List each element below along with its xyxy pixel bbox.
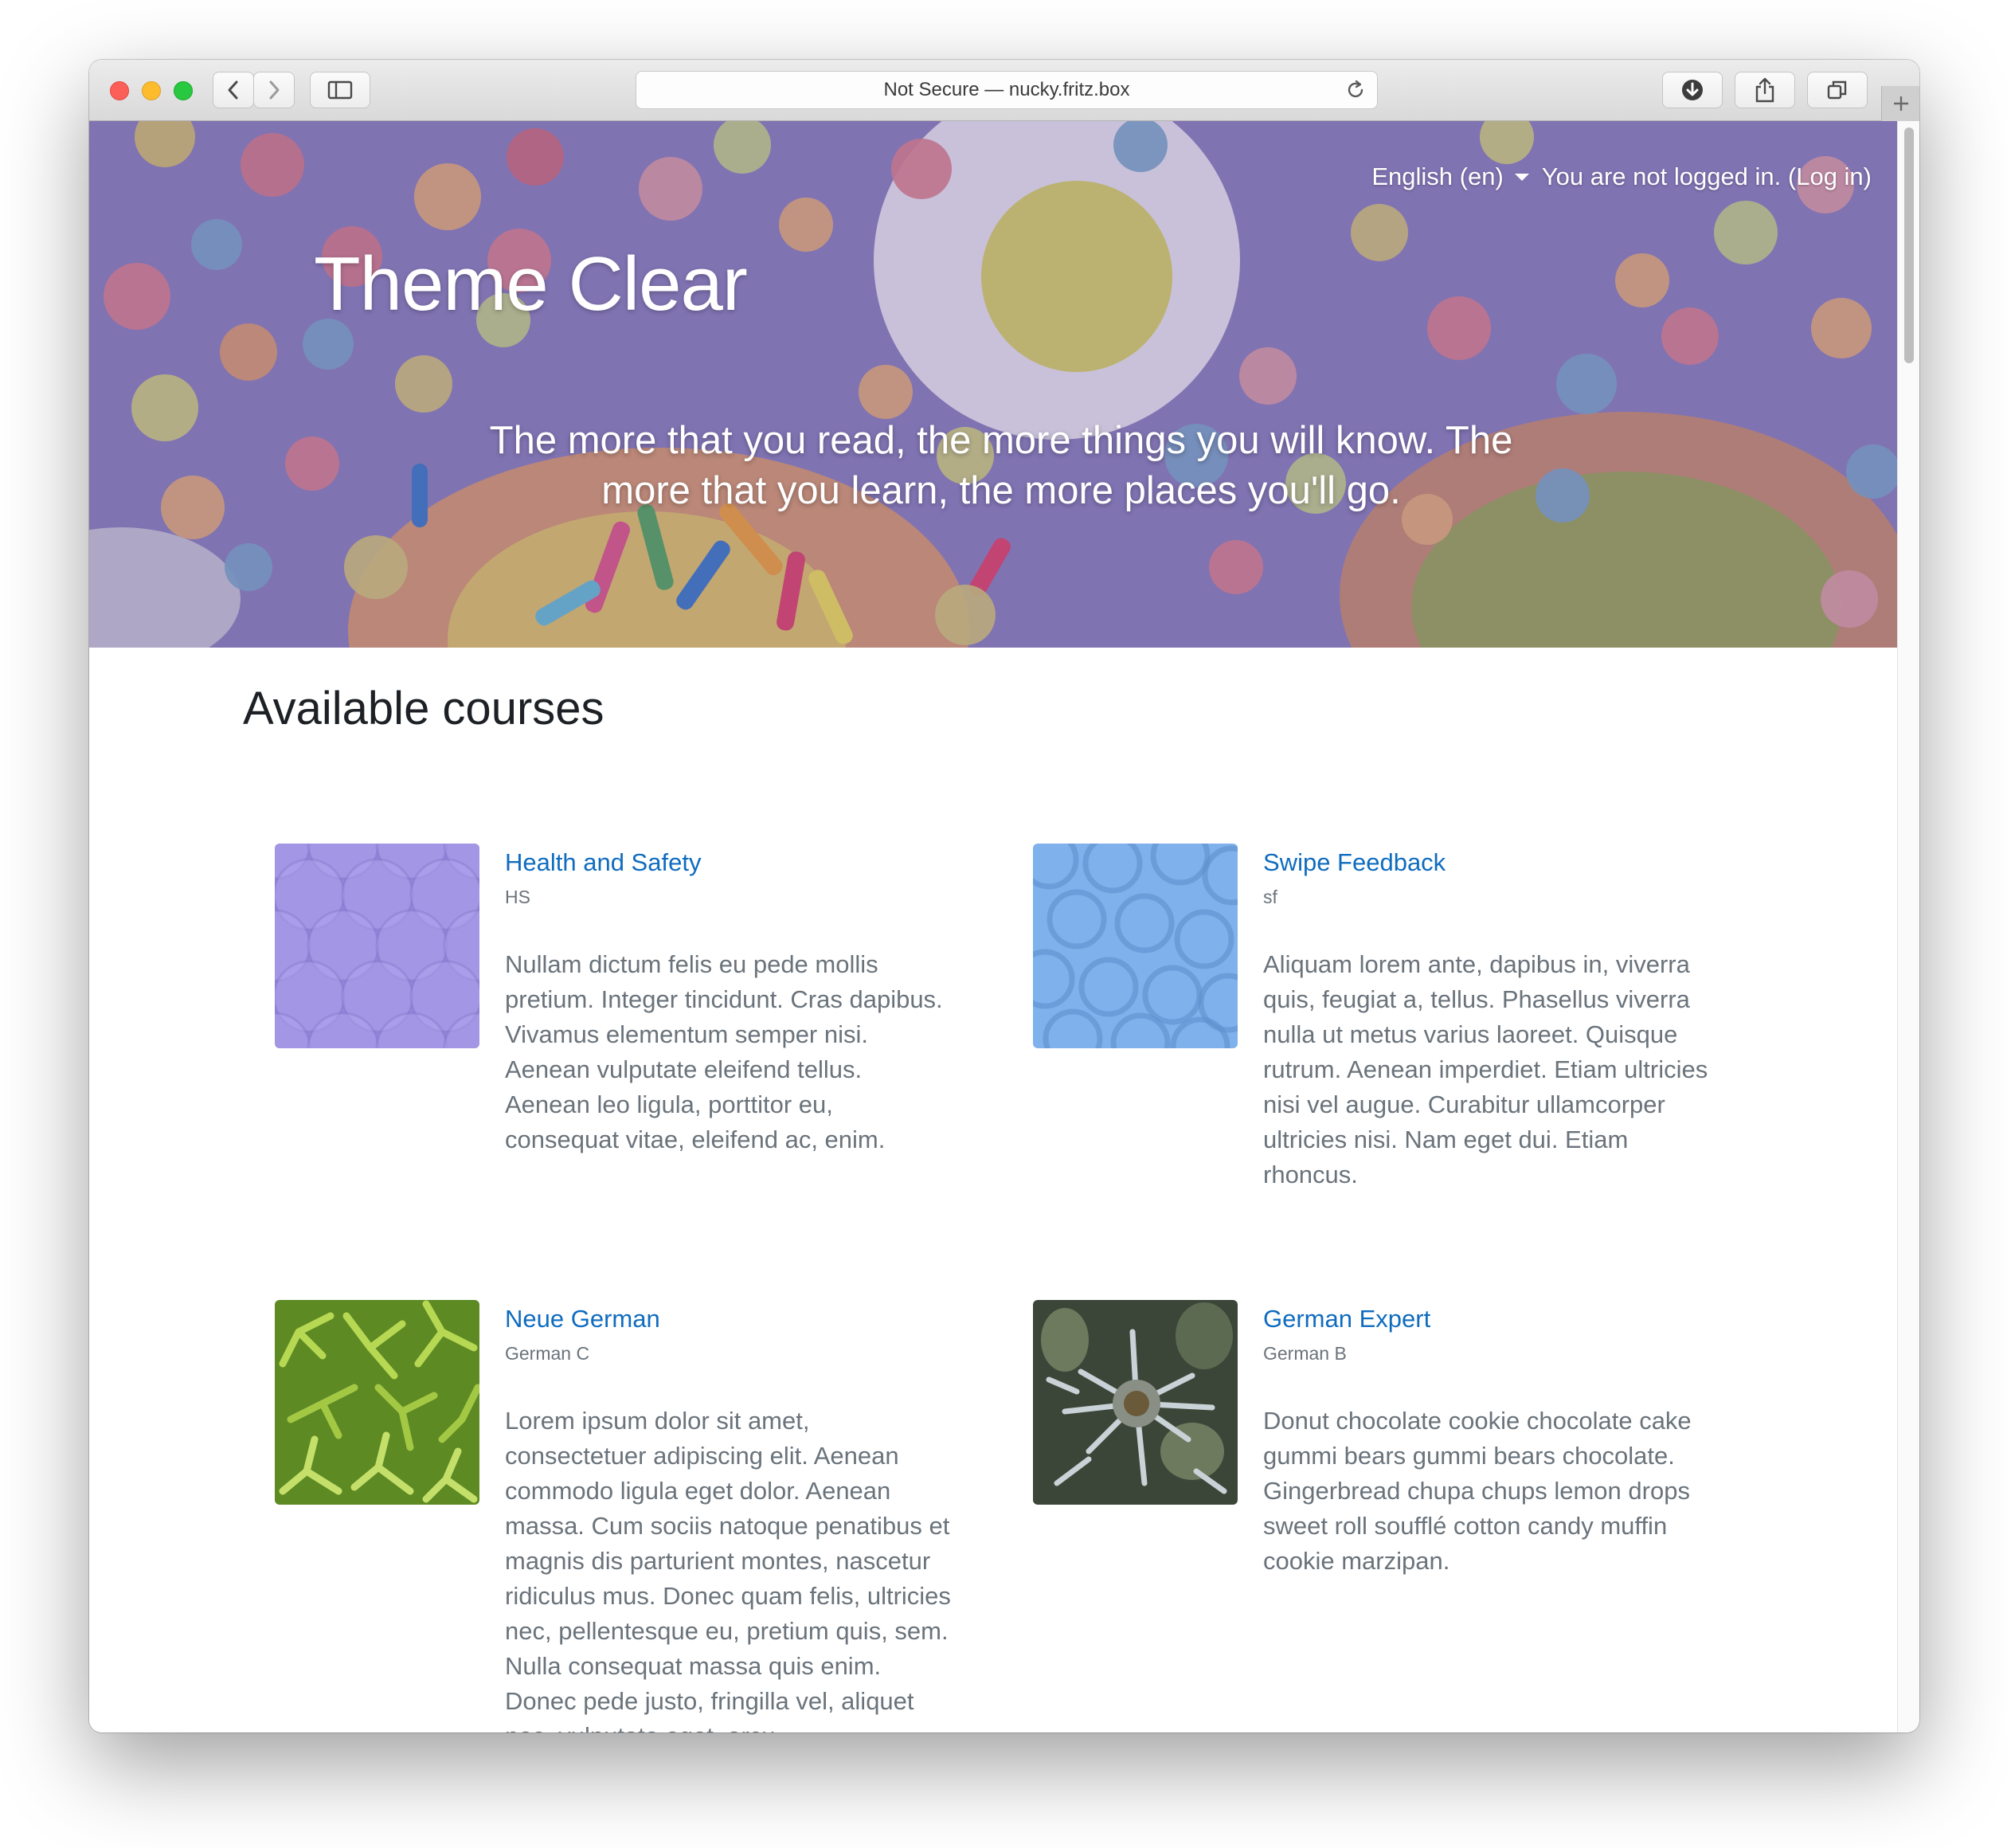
- course-name-link[interactable]: Neue German: [505, 1303, 951, 1335]
- new-tab-button[interactable]: [1881, 86, 1919, 121]
- course-image[interactable]: [275, 1300, 479, 1505]
- course-name-link[interactable]: Health and Safety: [505, 847, 951, 879]
- browser-toolbar: Not Secure — nucky.fritz.box: [89, 60, 1919, 121]
- site-tagline: The more that you read, the more things …: [489, 419, 1513, 512]
- share-button[interactable]: [1735, 72, 1795, 108]
- forward-button[interactable]: [253, 72, 295, 108]
- plus-icon: [1893, 96, 1908, 111]
- chevron-left-icon: [228, 80, 238, 100]
- course-image[interactable]: [1033, 844, 1238, 1048]
- reload-icon[interactable]: [1345, 80, 1366, 100]
- address-bar[interactable]: Not Secure — nucky.fritz.box: [636, 71, 1378, 109]
- course-name-link[interactable]: German Expert: [1263, 1303, 1709, 1335]
- course-summary: Nullam dictum felis eu pede mollis preti…: [505, 950, 943, 1153]
- hero-banner: English (en) You are not logged in. (Log…: [89, 121, 1897, 648]
- language-menu[interactable]: English (en): [1371, 162, 1529, 191]
- browser-window: Not Secure — nucky.fritz.box English (en…: [89, 60, 1919, 1732]
- section-title: Available courses: [243, 683, 604, 734]
- course-summary: Aliquam lorem ante, dapibus in, viverra …: [1263, 950, 1708, 1188]
- course-shortname: German C: [505, 1343, 590, 1364]
- page-content: English (en) You are not logged in. (Log…: [89, 121, 1919, 1732]
- login-info[interactable]: You are not logged in. (Log in): [1542, 162, 1872, 191]
- course-shortname: HS: [505, 887, 530, 907]
- course-shortname: German B: [1263, 1343, 1347, 1364]
- course-name-link[interactable]: Swipe Feedback: [1263, 847, 1709, 879]
- scrollbar[interactable]: [1897, 121, 1919, 1732]
- site-title: Theme Clear: [314, 241, 748, 327]
- close-window-button[interactable]: [110, 81, 129, 100]
- downloads-button[interactable]: [1662, 72, 1723, 108]
- tabs-icon: [1827, 80, 1847, 100]
- minimize-window-button[interactable]: [142, 81, 161, 100]
- download-icon: [1682, 80, 1703, 100]
- address-text: Not Secure — nucky.fritz.box: [883, 79, 1130, 100]
- zoom-window-button[interactable]: [174, 81, 193, 100]
- caret-down-icon: [1514, 173, 1529, 181]
- scrollbar-thumb[interactable]: [1904, 127, 1914, 363]
- sidebar-toggle-button[interactable]: [310, 72, 370, 108]
- course-summary: Donut chocolate cookie chocolate cake gu…: [1263, 1407, 1692, 1575]
- chevron-right-icon: [269, 80, 280, 100]
- course-image[interactable]: [1033, 1300, 1238, 1505]
- language-label: English (en): [1371, 162, 1504, 190]
- tabs-overview-button[interactable]: [1807, 72, 1868, 108]
- back-button[interactable]: [213, 72, 254, 108]
- share-icon: [1755, 77, 1774, 103]
- course-image[interactable]: [275, 844, 479, 1048]
- user-navigation: English (en) You are not logged in. (Log…: [1371, 162, 1872, 191]
- course-shortname: sf: [1263, 887, 1277, 907]
- sidebar-icon: [327, 80, 353, 100]
- course-summary: Lorem ipsum dolor sit amet, consectetuer…: [505, 1407, 951, 1732]
